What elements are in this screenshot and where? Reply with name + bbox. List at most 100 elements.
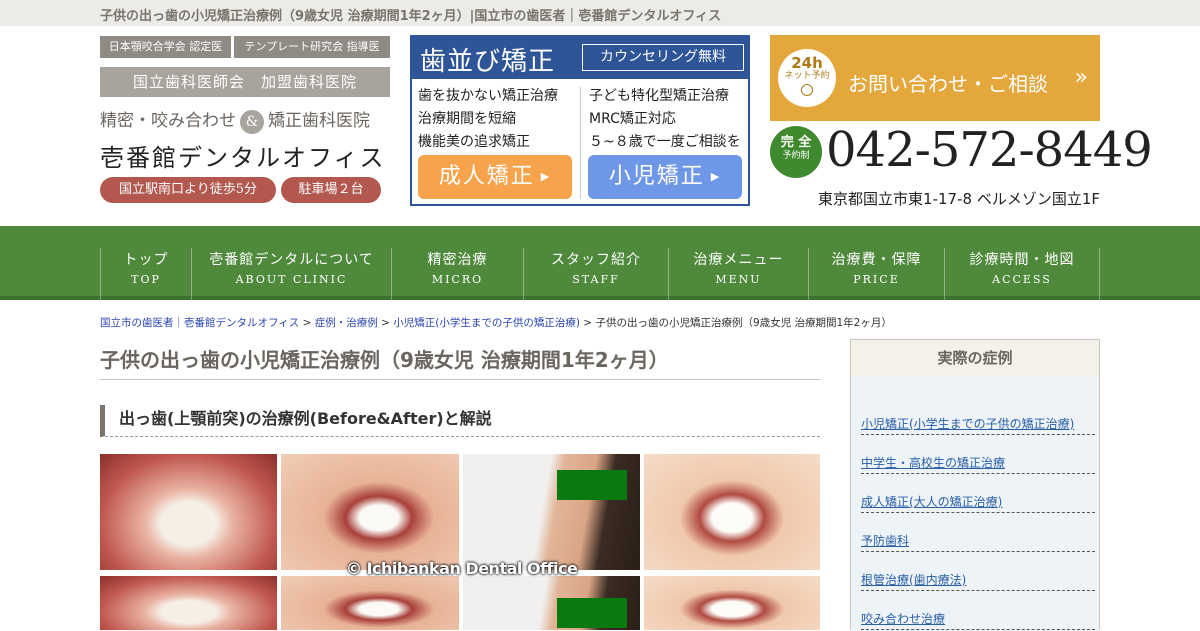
sidebar-link[interactable]: 小児矯正(小学生までの子供の矯正治療) [861,415,1074,432]
promo-header: 歯並び矯正 カウンセリング無料 [412,37,748,79]
badge-24h: 24h [791,54,823,72]
site-top-bar: 子供の出っ歯の小児矯正治療例（9歳女児 治療期間1年2ヶ月）|国立市の歯医者｜壱… [0,0,1200,26]
nav-item-top[interactable]: トップ TOP [100,248,191,300]
cta-label: お問い合わせ・ご相談 [848,72,1048,96]
sidebar-item-adult[interactable]: 成人矯正(大人の矯正治療) [861,474,1095,513]
tagline-right: 矯正歯科医院 [268,111,370,131]
play-arrow-icon: ▶ [710,170,722,183]
instructor-tag: テンプレート研究会 指導医 [234,36,390,58]
child-features: 子ども特化型矯正治療 MRC矯正対応 ５~８歳で一度ご相談を [589,85,741,154]
sidebar-link[interactable]: 成人矯正(大人の矯正治療) [861,493,1002,510]
sidebar-title: 実際の症例 [851,340,1099,376]
breadcrumb-home-link[interactable]: 国立市の歯医者｜壱番館デンタルオフィス [100,317,299,329]
page-title: 子供の出っ歯の小児矯正治療例（9歳女児 治療期間1年2ヶ月） [100,344,820,380]
nav-item-staff[interactable]: スタッフ紹介 STAFF [523,248,668,300]
breadcrumb-cases-link[interactable]: 症例・治療例 [315,317,378,329]
feature-line: 子ども特化型矯正治療 [589,88,729,104]
access-pill[interactable]: 国立駅南口より徒歩5分 [100,177,276,203]
sidebar-item-teen[interactable]: 中学生・高校生の矯正治療 [861,435,1095,474]
clinic-logo-name[interactable]: 壱番館デンタルオフィス [100,138,386,173]
orthodontics-promo-box: 歯並び矯正 カウンセリング無料 歯を抜かない矯正治療 治療期間を短縮 機能美の追… [410,35,750,206]
sidebar-link[interactable]: 中学生・高校生の矯正治療 [861,454,1005,471]
sidebar-item-preventive[interactable]: 予防歯科 [861,513,1095,552]
adult-button-label: 成人矯正 [438,164,535,189]
sidebar-item-pediatric[interactable]: 小児矯正(小学生までの子供の矯正治療) [861,396,1095,435]
sidebar-case-list: 小児矯正(小学生までの子供の矯正治療) 中学生・高校生の矯正治療 成人矯正(大人… [851,376,1099,631]
nav-label-jp: 治療メニュー [693,252,784,268]
contact-cta-button[interactable]: 24h ネット予約 お問い合わせ・ご相談 » [770,35,1100,121]
upper-arch-photo[interactable] [100,454,277,570]
badge-net-booking: ネット予約 [784,71,830,81]
breadcrumb-separator: > [299,317,315,329]
nav-item-price[interactable]: 治療費・保障 PRICE [808,248,944,300]
nav-item-menu[interactable]: 治療メニュー MENU [668,248,808,300]
promo-title: 歯並び矯正 [420,47,556,77]
badge-complete: 完 全 [780,135,812,150]
copyright-watermark: © Ichibankan Dental Office [346,559,578,578]
breadcrumb-current: 子供の出っ歯の小児矯正治療例（9歳女児 治療期間1年2ヶ月） [595,317,892,329]
breadcrumb-separator: > [579,317,596,329]
breadcrumb: 国立市の歯医者｜壱番館デンタルオフィス > 症例・治療例 > 小児矯正(小学生ま… [100,315,892,330]
feature-line: ５~８歳で一度ご相談を [589,134,741,150]
free-counseling-label: カウンセリング無料 [582,44,744,71]
feature-line: 機能美の追求矯正 [418,134,530,150]
feature-line: 治療期間を短縮 [418,111,516,127]
clinic-tagline: 精密・咬み合わせ & 矯正歯科医院 [100,106,370,134]
24h-booking-badge: 24h ネット予約 [778,49,836,107]
child-button-label: 小児矯正 [608,164,705,189]
nav-label-jp: 診療時間・地図 [969,252,1075,268]
profile-photo[interactable] [463,454,640,570]
sidebar-item-occlusion[interactable]: 咬み合わせ治療 [861,591,1095,630]
tagline-left: 精密・咬み合わせ [100,111,236,131]
nav-item-micro[interactable]: 精密治療 MICRO [391,248,523,300]
side-smile-after-photo[interactable] [281,576,459,630]
eye-censor-bar [557,470,627,500]
nav-label-en: MICRO [431,273,484,286]
profile-after-photo[interactable] [463,576,640,630]
nav-label-jp: トップ [123,252,169,268]
nav-label-jp: 壱番館デンタルについて [209,252,374,268]
before-after-photo-grid: © Ichibankan Dental Office [100,454,820,630]
nav-label-en: ACCESS [992,273,1052,286]
play-arrow-icon: ▶ [540,170,552,183]
nav-item-access[interactable]: 診療時間・地図 ACCESS [944,248,1100,300]
nav-label-en: STAFF [572,273,620,286]
nav-label-en: ABOUT CLINIC [235,273,348,286]
breadcrumb-separator: > [377,317,394,329]
global-nav: トップ TOP 壱番館デンタルについて ABOUT CLINIC 精密治療 MICRO… [0,226,1200,300]
nav-label-en: MENU [715,273,762,286]
section-title: 出っ歯(上顎前突)の治療例(Before&After)と解説 [100,405,820,437]
feature-line: MRC矯正対応 [589,111,676,127]
nav-label-en: TOP [131,273,161,286]
nav-label-jp: 治療費・保障 [831,252,922,268]
phone-number[interactable]: 042-572-8449 [826,122,1153,178]
double-chevron-right-icon: » [1074,65,1088,90]
sidebar-link[interactable]: 予防歯科 [861,532,909,549]
side-smile-photo[interactable] [281,454,459,570]
association-label: 国立歯科医師会 加盟歯科医院 [100,67,390,97]
badge-reservation: 予約制 [782,151,810,161]
adult-orthodontics-button[interactable]: 成人矯正 ▶ [418,155,572,199]
certification-tag: 日本顎咬合学会 認定医 [100,36,231,58]
reservation-badge: 完 全 予約制 [770,126,822,178]
nav-label-jp: 精密治療 [427,252,488,268]
eye-censor-bar [557,598,627,628]
nav-item-about[interactable]: 壱番館デンタルについて ABOUT CLINIC [191,248,391,300]
parking-pill[interactable]: 駐車場２台 [281,177,381,203]
clinic-address: 東京都国立市東1-17-8 ベルメゾン国立1F [818,190,1100,208]
lower-arch-photo[interactable] [100,576,277,630]
sidebar-link[interactable]: 根管治療(歯内療法) [861,571,966,588]
breadcrumb-pediatric-link[interactable]: 小児矯正(小学生までの子供の矯正治療) [393,317,580,329]
nav-label-jp: スタッフ紹介 [551,252,641,268]
sidebar-cases: 実際の症例 小児矯正(小学生までの子供の矯正治療) 中学生・高校生の矯正治療 成… [850,339,1100,631]
site-title: 子供の出っ歯の小児矯正治療例（9歳女児 治療期間1年2ヶ月）|国立市の歯医者｜壱… [100,9,722,24]
promo-divider [580,87,581,199]
feature-line: 歯を抜かない矯正治療 [418,88,558,104]
ampersand-badge: & [240,109,264,134]
child-orthodontics-button[interactable]: 小児矯正 ▶ [588,155,742,199]
sidebar-item-root-canal[interactable]: 根管治療(歯内療法) [861,552,1095,591]
front-smile-after-photo[interactable] [644,576,820,630]
nav-label-en: PRICE [853,273,900,286]
front-smile-photo[interactable] [644,454,820,570]
sidebar-link[interactable]: 咬み合わせ治療 [861,610,945,627]
